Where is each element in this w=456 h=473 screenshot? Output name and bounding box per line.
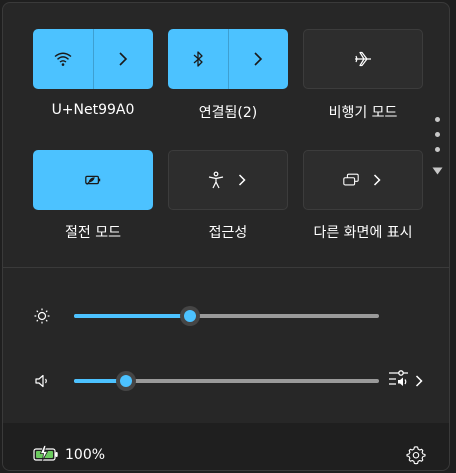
pager-down-icon[interactable] (432, 160, 443, 179)
project-label: 다른 화면에 표시 (313, 225, 413, 241)
brightness-slider-row (3, 300, 449, 332)
battery-status[interactable]: 100% (33, 445, 105, 465)
volume-slider-row (3, 365, 449, 397)
pager-dot[interactable] (435, 147, 440, 152)
project-icon (342, 171, 360, 189)
battery-charging-icon (33, 445, 59, 465)
gear-icon[interactable] (406, 445, 426, 465)
accessibility-label: 접근성 (208, 225, 248, 241)
accessibility-tile[interactable] (168, 150, 288, 210)
airplane-icon (354, 50, 372, 68)
battery-saver-icon (84, 171, 102, 189)
quick-settings-footer: 100% (3, 423, 449, 470)
bluetooth-toggle[interactable] (168, 29, 228, 89)
brightness-slider-thumb[interactable] (179, 306, 200, 326)
battery-saver-label: 절전 모드 (65, 225, 121, 241)
tile-pager[interactable] (431, 113, 443, 177)
airplane-mode-tile[interactable] (303, 29, 423, 89)
battery-saver-tile[interactable] (33, 150, 153, 210)
chevron-right-icon (235, 173, 249, 187)
wifi-more-button[interactable] (93, 29, 153, 89)
chevron-right-icon (415, 372, 423, 391)
brightness-slider[interactable] (74, 306, 379, 326)
accessibility-icon (207, 171, 225, 189)
chevron-right-icon (249, 50, 267, 68)
pager-dot[interactable] (435, 117, 440, 122)
quick-settings-tiles: U+Net99A0 연결됨(2) 비행기 모드 절전 모드 접근성 다른 화면에… (3, 3, 449, 265)
battery-percentage: 100% (65, 447, 106, 463)
brightness-icon (33, 307, 51, 325)
pager-dot[interactable] (435, 132, 440, 137)
quick-settings-panel: U+Net99A0 연결됨(2) 비행기 모드 절전 모드 접근성 다른 화면에… (2, 2, 450, 471)
volume-icon[interactable] (33, 372, 51, 390)
wifi-toggle[interactable] (33, 29, 93, 89)
brightness-slider-fill (74, 314, 190, 318)
project-tile[interactable] (303, 150, 423, 210)
wifi-icon (54, 50, 72, 68)
audio-output-icon (388, 369, 412, 393)
volume-slider-thumb[interactable] (115, 371, 136, 391)
bluetooth-icon (189, 50, 207, 68)
audio-output-button[interactable] (388, 369, 428, 393)
chevron-right-icon (370, 173, 384, 187)
airplane-mode-label: 비행기 모드 (328, 105, 398, 121)
bluetooth-more-button[interactable] (228, 29, 288, 89)
wifi-label: U+Net99A0 (51, 102, 135, 118)
section-divider (3, 267, 449, 268)
volume-slider[interactable] (74, 371, 379, 391)
chevron-right-icon (114, 50, 132, 68)
bluetooth-tile[interactable] (168, 29, 288, 89)
bluetooth-label: 연결됨(2) (198, 105, 258, 121)
wifi-tile[interactable] (33, 29, 153, 89)
